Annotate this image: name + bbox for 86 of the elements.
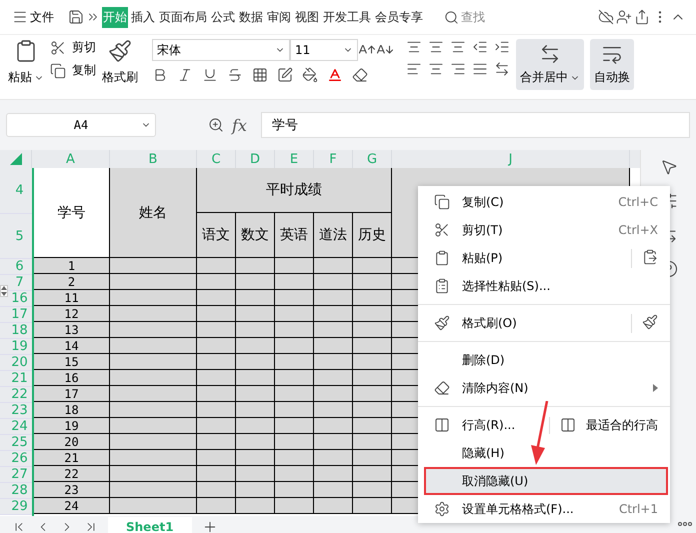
align-right-icon[interactable] xyxy=(450,61,466,77)
clipboard-icon xyxy=(434,278,450,294)
distribute-icon[interactable] xyxy=(494,61,510,77)
table-cell xyxy=(197,498,236,514)
brush-icon[interactable] xyxy=(642,314,658,330)
formula-input[interactable]: 学号 xyxy=(260,112,690,138)
row-height-icon[interactable] xyxy=(560,417,576,433)
row-height-icon xyxy=(434,417,450,433)
menu-item[interactable]: 选择性粘贴(S)... xyxy=(424,272,668,300)
border-icon[interactable] xyxy=(252,67,268,83)
menu-item[interactable]: 隐藏(H) xyxy=(424,439,668,467)
cloud-icon[interactable] xyxy=(598,9,614,25)
ribbon-tab[interactable]: 视图 xyxy=(294,6,320,28)
eraser-icon[interactable] xyxy=(352,67,368,83)
file-menu[interactable]: 文件 xyxy=(30,8,54,26)
strikethrough-icon[interactable] xyxy=(227,67,243,83)
table-cell: 道法 xyxy=(314,213,353,258)
search-icon[interactable] xyxy=(444,10,459,24)
table-cell: 姓名 xyxy=(110,168,197,258)
zoom-icon[interactable] xyxy=(208,117,224,133)
menu-item[interactable]: 复制(C) Ctrl+C xyxy=(424,188,668,216)
hidden-rows-icon[interactable] xyxy=(0,285,8,297)
save-icon[interactable] xyxy=(68,9,84,25)
paste-button[interactable]: 粘贴 xyxy=(8,69,32,86)
copy-button[interactable]: 复制 xyxy=(72,62,96,79)
menu-item[interactable]: 删除(D) xyxy=(424,346,668,374)
table-cell: 学号 xyxy=(34,168,110,258)
table-cell: 英语 xyxy=(275,213,314,258)
font-color-icon[interactable] xyxy=(327,67,343,83)
italic-icon[interactable] xyxy=(177,67,193,83)
cell-style-icon[interactable] xyxy=(277,67,293,83)
fit-row-height-option[interactable]: 最适合的行高 xyxy=(586,416,658,434)
menu-item[interactable]: 格式刷(O) xyxy=(424,309,668,337)
align-middle-icon[interactable] xyxy=(428,39,444,55)
cut-button[interactable]: 剪切 xyxy=(72,39,96,56)
align-center-icon[interactable] xyxy=(428,61,444,77)
ribbon-tab[interactable]: 会员专享 xyxy=(374,6,424,28)
underline-icon[interactable] xyxy=(202,67,218,83)
scissors-icon xyxy=(434,222,450,238)
ribbon-tab[interactable]: 插入 xyxy=(130,6,156,28)
table-cell: 平时成绩 xyxy=(197,168,392,213)
justify-icon[interactable] xyxy=(472,61,488,77)
menu-icon[interactable] xyxy=(12,9,28,25)
ribbon-tab[interactable]: 开发工具 xyxy=(322,6,372,28)
menu-item[interactable]: 设置单元格格式(F)... Ctrl+1 xyxy=(424,495,668,523)
menu-item[interactable]: 剪切(T) Ctrl+X xyxy=(424,216,668,244)
table-cell: 24 xyxy=(34,498,110,514)
merge-icon[interactable] xyxy=(539,43,561,65)
table-cell xyxy=(314,498,353,514)
clipboard-icon[interactable] xyxy=(642,248,658,264)
copy-icon xyxy=(434,194,450,210)
align-bottom-icon[interactable] xyxy=(450,39,466,55)
table-cell xyxy=(275,498,314,514)
table-cell xyxy=(236,498,275,514)
gear-icon xyxy=(434,501,450,517)
menu-item[interactable]: 清除内容(N) xyxy=(424,374,668,402)
align-left-icon[interactable] xyxy=(406,61,422,77)
table-cell: 历史 xyxy=(353,213,392,258)
pointer-icon[interactable] xyxy=(660,158,678,176)
scissors-icon[interactable] xyxy=(50,40,66,56)
font-size-field[interactable]: 11 xyxy=(290,39,358,61)
indent-decrease-icon[interactable] xyxy=(472,39,488,55)
clipboard-icon xyxy=(434,250,450,266)
ribbon-tab[interactable]: 公式 xyxy=(210,6,236,28)
annotation-arrow xyxy=(528,401,550,465)
align-top-icon[interactable] xyxy=(406,39,422,55)
menu-item[interactable]: 行高(R)... 最适合的行高 xyxy=(424,411,668,439)
ribbon-tab[interactable]: 页面布局 xyxy=(158,6,208,28)
menu-item[interactable]: 粘贴(P) xyxy=(424,244,668,272)
name-box[interactable]: A4 xyxy=(6,113,156,137)
font-field[interactable]: 宋体 xyxy=(152,39,290,61)
format-painter-button[interactable]: 格式刷 xyxy=(102,69,138,86)
table-cell: 语文 xyxy=(197,213,236,258)
fill-icon[interactable] xyxy=(302,67,318,83)
fx-label: fx xyxy=(232,116,247,134)
ribbon-tab[interactable]: 数据 xyxy=(238,6,264,28)
brush-icon[interactable] xyxy=(108,39,132,63)
brush-icon xyxy=(434,315,450,331)
copy-icon[interactable] xyxy=(50,62,66,78)
user-icon[interactable] xyxy=(616,9,632,25)
eraser-icon xyxy=(434,380,450,396)
indent-increase-icon[interactable] xyxy=(494,39,510,55)
ribbon-tab[interactable]: 审阅 xyxy=(266,6,292,28)
table-cell: 数文 xyxy=(236,213,275,258)
search-label[interactable]: 查找 xyxy=(461,8,485,26)
share-icon[interactable] xyxy=(634,9,650,25)
